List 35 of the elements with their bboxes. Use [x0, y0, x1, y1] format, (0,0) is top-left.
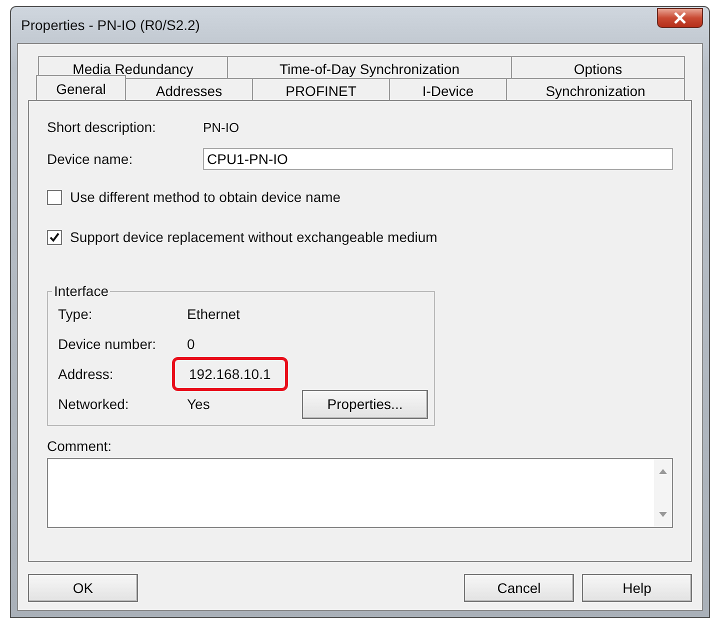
help-button[interactable]: Help: [582, 574, 692, 602]
device-name-field[interactable]: CPU1-PN-IO: [203, 148, 673, 170]
arrow-up-icon: [659, 469, 667, 474]
close-button[interactable]: [657, 8, 703, 28]
comment-field[interactable]: [47, 458, 673, 528]
field-label: Address:: [58, 366, 114, 382]
field-value: Ethernet: [186, 305, 241, 324]
checkmark-icon: [49, 232, 60, 242]
field-label: Type:: [58, 306, 94, 322]
field-label: Comment:: [47, 438, 113, 454]
field-value: 192.168.10.1: [172, 357, 288, 391]
window-title: Properties - PN-IO (R0/S2.2): [20, 17, 201, 33]
scrollbar[interactable]: [654, 459, 672, 527]
tab[interactable]: Media Redundancy: [38, 56, 228, 78]
tab[interactable]: Time-of-Day Synchronization: [227, 56, 512, 78]
checkbox[interactable]: [47, 190, 62, 204]
tab[interactable]: Options: [511, 56, 685, 78]
properties-button[interactable]: Properties...: [302, 390, 428, 418]
field-value: Yes: [186, 395, 211, 414]
arrow-down-icon: [659, 512, 667, 517]
close-icon: [673, 12, 687, 24]
cancel-button[interactable]: Cancel: [464, 574, 574, 602]
checkbox-label[interactable]: Support device replacement without exchangeable medium: [70, 229, 438, 245]
checkbox-label[interactable]: Use different method to obtain device name: [70, 189, 341, 205]
tab[interactable]: General: [36, 75, 126, 100]
ok-button[interactable]: OK: [28, 574, 138, 602]
field-label: Device number:: [58, 336, 158, 352]
checkbox[interactable]: [47, 230, 62, 244]
field-value: 0: [186, 335, 196, 354]
field-label: Device name:: [47, 151, 134, 167]
field-label: Networked:: [58, 396, 130, 412]
tab[interactable]: Synchronization: [506, 78, 685, 100]
field-value: PN-IO: [203, 120, 240, 134]
field-label: Short description:: [47, 119, 157, 135]
group-title: Interface: [53, 283, 110, 299]
